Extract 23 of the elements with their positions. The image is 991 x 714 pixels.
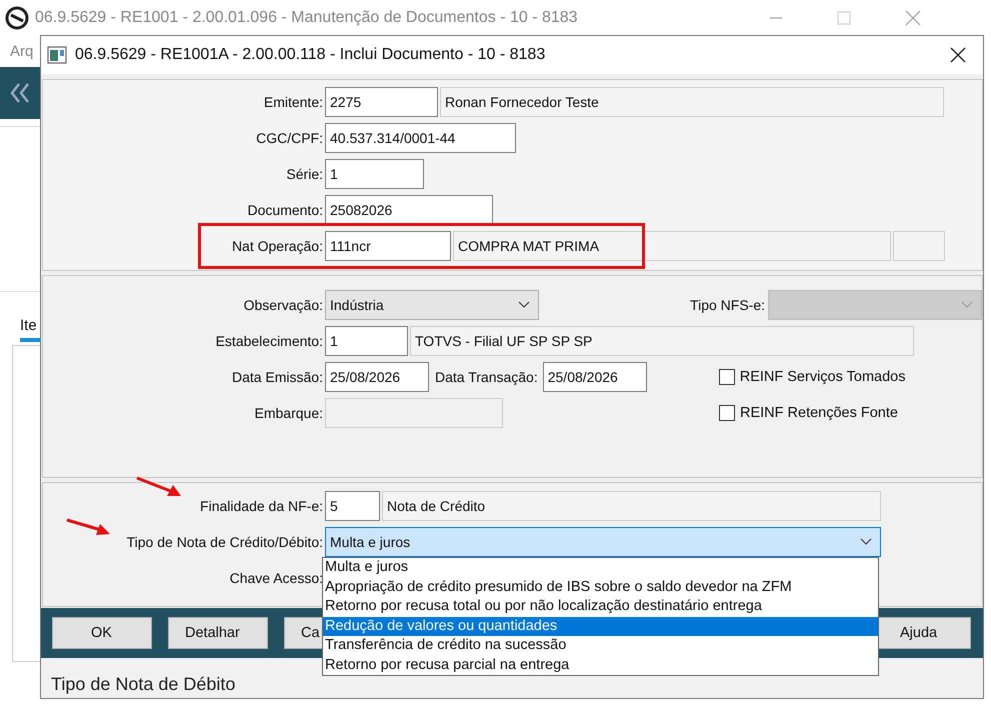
description-field: COMPRA MAT PRIMA bbox=[453, 230, 891, 260]
field-label: Nat Operação: bbox=[230, 238, 323, 254]
description-field: Nota de Crédito bbox=[382, 490, 881, 520]
field-label: Série: bbox=[285, 166, 323, 182]
field-label: CGC/CPF: bbox=[255, 130, 323, 146]
field-label: Tipo de Nota de Crédito/Débito: bbox=[126, 534, 323, 550]
checkbox-label: REINF Serviços Tomados bbox=[740, 368, 906, 384]
status-text: Tipo de Nota de Débito bbox=[51, 674, 236, 694]
field-label: Documento: bbox=[246, 202, 323, 218]
description-field: TOTVS - Filial UF SP SP SP bbox=[410, 326, 914, 356]
field-label: Emitente: bbox=[262, 94, 323, 110]
checkbox-label: REINF Retenções Fonte bbox=[740, 404, 898, 420]
field-label: Chave Acesso: bbox=[228, 570, 323, 586]
field-label: Tipo NFS-e: bbox=[689, 296, 765, 312]
field-label: Data Transação: bbox=[435, 368, 538, 384]
field-label: Finalidade da NF-e: bbox=[199, 498, 323, 514]
dialog-title: 06.9.5629 - RE1001A - 2.00.00.118 - Inclui Documento - 10 - 8183 bbox=[75, 46, 546, 64]
window-title: 06.9.5629 - RE1001 - 2.00.01.096 - Manutenção de Documentos - 10 - 8183 bbox=[35, 8, 578, 26]
description-field: Ronan Fornecedor Teste bbox=[440, 86, 944, 116]
field-label: Data Emissão: bbox=[230, 368, 323, 384]
field-label: Estabelecimento: bbox=[214, 332, 323, 348]
field-label: Observação: bbox=[242, 296, 323, 312]
field-label: Embarque: bbox=[254, 404, 323, 420]
